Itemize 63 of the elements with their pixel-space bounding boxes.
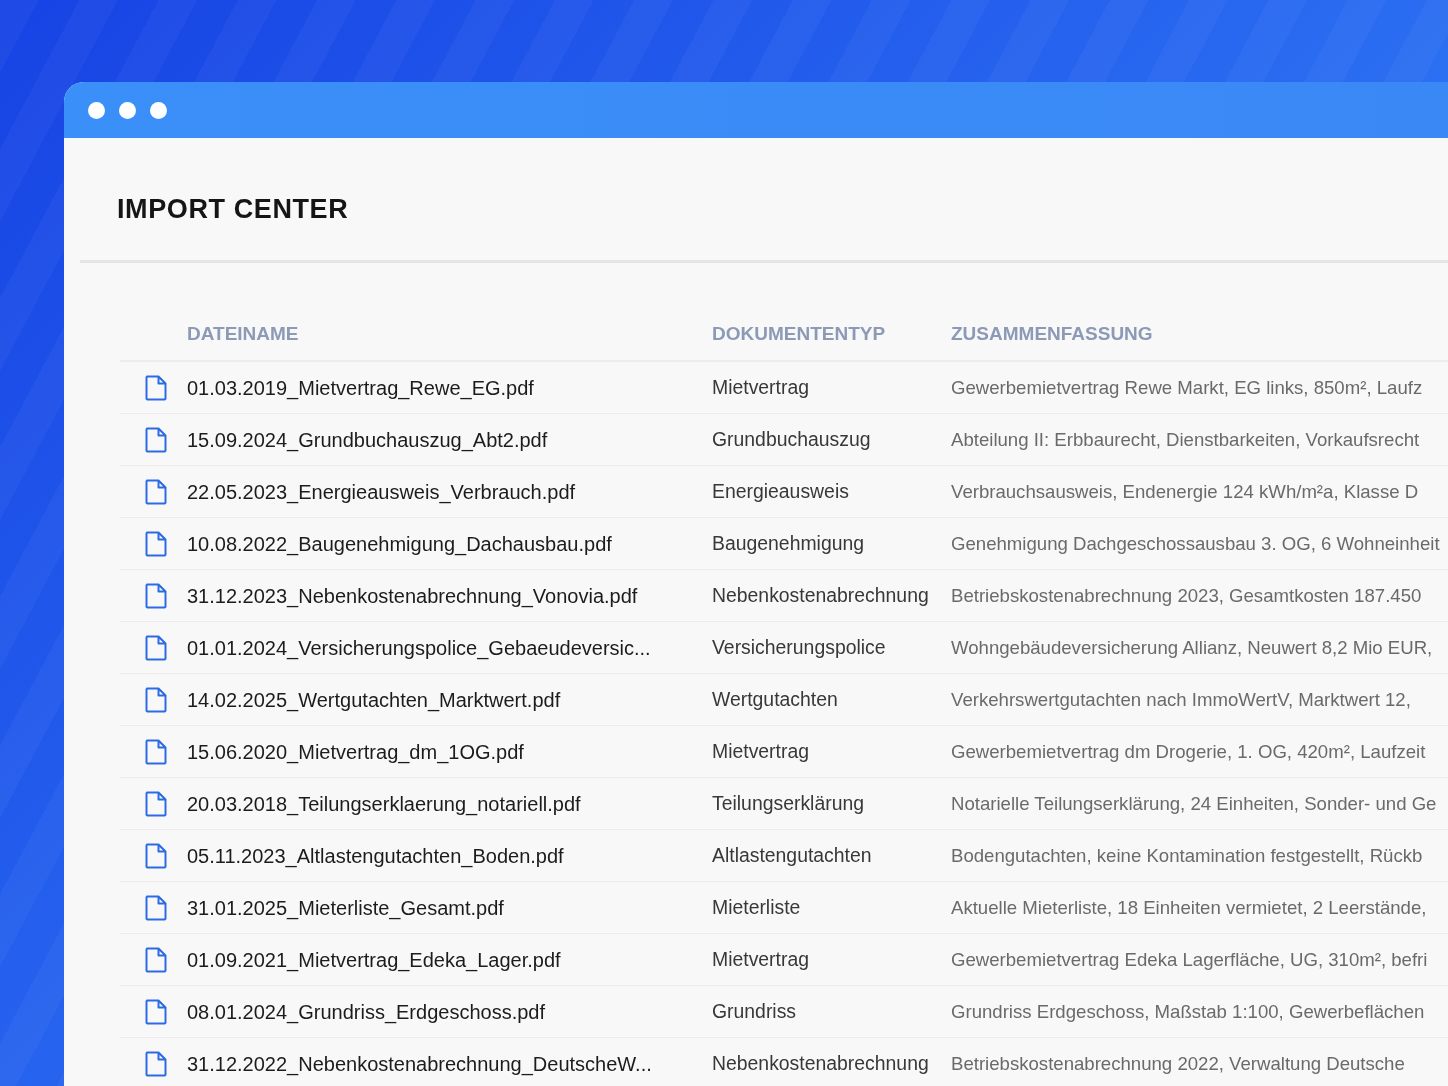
table-cell: Gewerbemietvertrag Edeka Lagerfläche, UG, 310m², befri [951, 948, 1428, 970]
table-cell: Energieausweis [712, 479, 849, 502]
table-cell: 15.09.2024_Grundbuchauszug_Abt2.pdf [187, 428, 548, 451]
dot-icon [150, 101, 167, 119]
table-cell: Notarielle Teilungserklärung, 24 Einheiten, Sonder- und Ge [951, 792, 1437, 814]
file-icon [145, 374, 167, 401]
table-cell: Gewerbemietvertrag dm Drogerie, 1. OG, 420m², Laufzeit [951, 740, 1426, 762]
table-cell: Grundriss Erdgeschoss, Maßstab 1:100, Gewerbeflächen [951, 1000, 1425, 1022]
table-cell: Grundbuchauszug [712, 427, 871, 450]
file-icon [145, 790, 167, 817]
table-cell: Genehmigung Dachgeschossausbau 3. OG, 6 Wohneinheit [951, 532, 1440, 554]
file-icon [145, 634, 167, 661]
column-header: DOKUMENTENTYP [712, 323, 886, 345]
table-cell: Mieterliste [712, 895, 801, 918]
table-cell: Nebenkostenabrechnung [712, 583, 929, 606]
table-cell: 01.03.2019_Mietvertrag_Rewe_EG.pdf [187, 376, 534, 399]
table-cell: Teilungserklärung [712, 791, 864, 814]
column-header: DATEINAME [187, 323, 299, 345]
file-icon [145, 946, 167, 973]
table-cell: Altlastengutachten [712, 843, 872, 866]
table-cell: 10.08.2022_Baugenehmigung_Dachausbau.pdf [187, 532, 612, 555]
table-cell: Baugenehmigung [712, 531, 865, 554]
table-cell: Wohngebäudeversicherung Allianz, Neuwert 8,2 Mio EUR, [951, 636, 1433, 658]
file-icon [145, 738, 167, 765]
table-cell: 01.09.2021_Mietvertrag_Edeka_Lager.pdf [187, 948, 561, 971]
table-cell: Verbrauchsausweis, Endenergie 124 kWh/m²a, Klasse D [951, 480, 1419, 502]
table-cell: 08.01.2024_Grundriss_Erdgeschoss.pdf [187, 1000, 545, 1023]
table-cell: Mietvertrag [712, 375, 809, 398]
table-cell: Mietvertrag [712, 739, 809, 762]
table-cell: 01.01.2024_Versicherungspolice_Gebaeudeversic... [187, 636, 651, 659]
table-cell: Bodengutachten, keine Kontamination festgestellt, Rückb [951, 844, 1423, 866]
page-title: IMPORT CENTER [117, 193, 349, 226]
table-cell: 20.03.2018_Teilungserklaerung_notariell.pdf [187, 792, 581, 815]
table-cell: Betriebskostenabrechnung 2023, Gesamtkosten 187.450 [951, 584, 1422, 606]
table-cell: Wertgutachten [712, 687, 838, 710]
file-icon [145, 842, 167, 869]
table-cell: Gewerbemietvertrag Rewe Markt, EG links, 850m², Laufz [951, 376, 1423, 398]
table-cell: Aktuelle Mieterliste, 18 Einheiten vermietet, 2 Leerstände, [951, 896, 1427, 918]
dot-icon [88, 101, 105, 119]
table-cell: Versicherungspolice [712, 635, 886, 658]
file-icon [145, 998, 167, 1025]
table-cell: Nebenkostenabrechnung [712, 1051, 929, 1074]
file-icon [145, 426, 167, 453]
table-cell: 14.02.2025_Wertgutachten_Marktwert.pdf [187, 688, 561, 711]
table-cell: 22.05.2023_Energieausweis_Verbrauch.pdf [187, 480, 576, 503]
column-header: ZUSAMMENFASSUNG [951, 323, 1153, 345]
table-cell: Verkehrswertgutachten nach ImmoWertV, Marktwert 12, [951, 688, 1411, 710]
table-cell: Mietvertrag [712, 947, 809, 970]
file-icon [145, 686, 167, 713]
table-cell: 31.01.2025_Mieterliste_Gesamt.pdf [187, 896, 504, 919]
file-icon [145, 530, 167, 557]
table-cell: Grundriss [712, 999, 797, 1022]
table-cell: 15.06.2020_Mietvertrag_dm_1OG.pdf [187, 740, 524, 763]
table-cell: 05.11.2023_Altlastengutachten_Boden.pdf [187, 844, 564, 867]
file-icon [145, 478, 167, 505]
dot-icon [119, 101, 136, 119]
file-icon [145, 582, 167, 609]
file-icon [145, 894, 167, 921]
table-cell: Abteilung II: Erbbaurecht, Dienstbarkeiten, Vorkaufsrecht [951, 428, 1420, 450]
table-cell: 31.12.2022_Nebenkostenabrechnung_DeutscheW... [187, 1052, 652, 1075]
table-cell: Betriebskostenabrechnung 2022, Verwaltung Deutsche [951, 1052, 1405, 1074]
table-cell: 31.12.2023_Nebenkostenabrechnung_Vonovia.pdf [187, 584, 638, 607]
file-icon [145, 1050, 167, 1077]
